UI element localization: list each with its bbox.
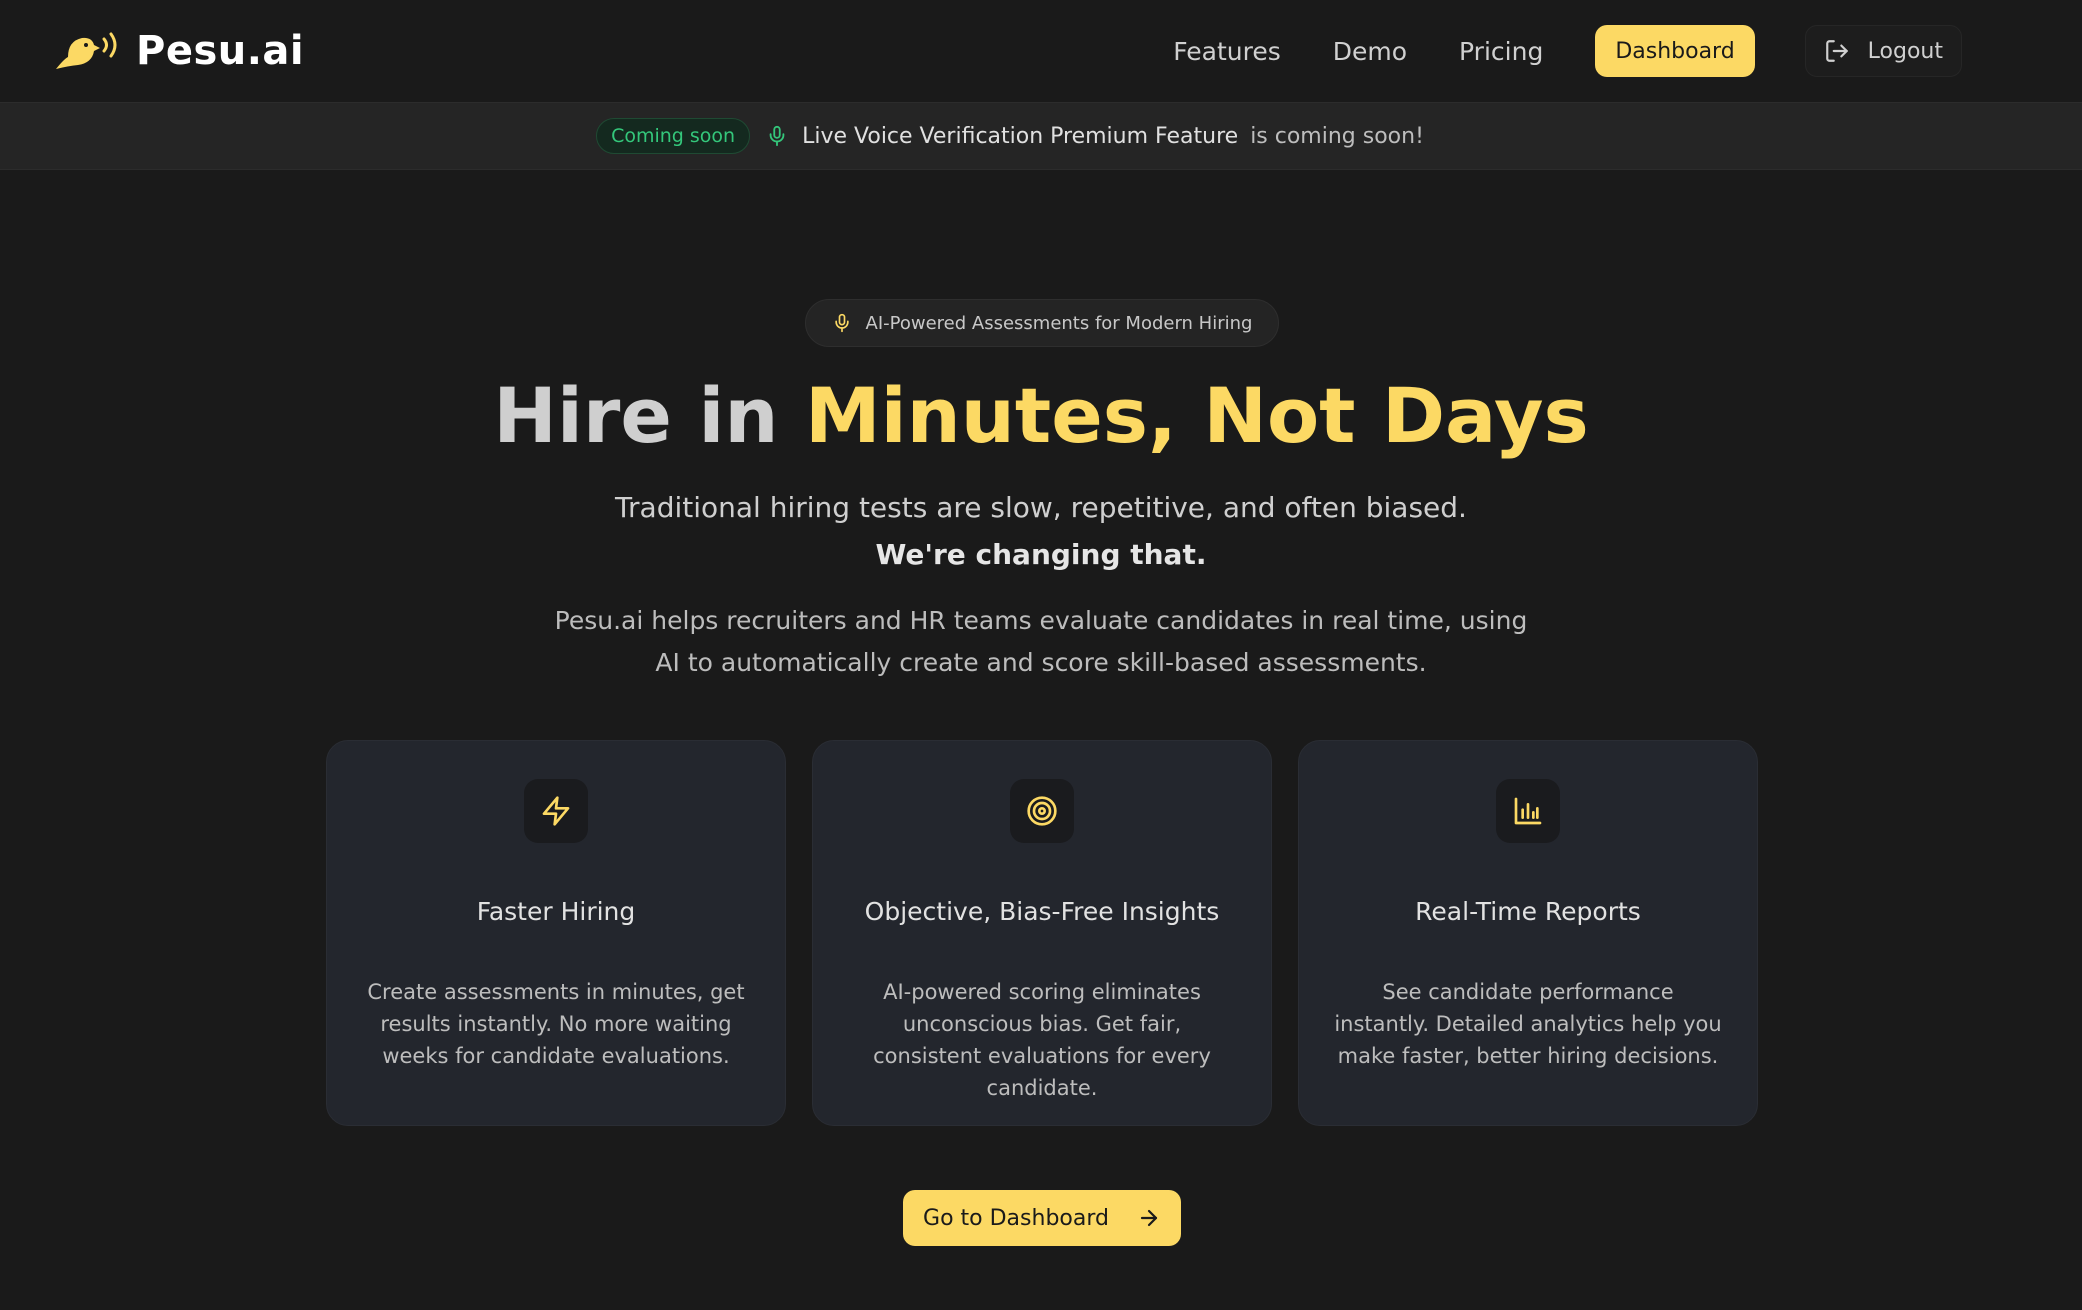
hero-pill: AI-Powered Assessments for Modern Hiring xyxy=(804,299,1280,347)
nav-link-demo[interactable]: Demo xyxy=(1333,37,1407,66)
card-title: Real-Time Reports xyxy=(1415,897,1641,927)
hero-section: AI-Powered Assessments for Modern Hiring… xyxy=(0,170,2082,1247)
feature-card-faster-hiring: Faster Hiring Create assessments in minu… xyxy=(326,740,786,1127)
card-description: See candidate performance instantly. Det… xyxy=(1334,980,1722,1069)
coming-soon-badge: Coming soon xyxy=(596,118,751,154)
microphone-icon xyxy=(834,313,849,333)
card-description: Create assessments in minutes, get resul… xyxy=(367,980,745,1069)
top-nav: Pesu.ai Features Demo Pricing Dashboard … xyxy=(0,0,2082,102)
logout-icon xyxy=(1825,40,1848,62)
dashboard-button[interactable]: Dashboard xyxy=(1595,25,1755,77)
hero-headline: Hire in Minutes, Not Days xyxy=(0,373,2082,458)
card-icon-box xyxy=(1010,779,1074,844)
nav-link-pricing[interactable]: Pricing xyxy=(1459,37,1543,66)
cta-label: Go to Dashboard xyxy=(923,1205,1109,1231)
bar-chart-icon xyxy=(1514,797,1542,825)
card-title: Faster Hiring xyxy=(476,897,636,927)
hero-description: Pesu.ai helps recruiters and HR teams ev… xyxy=(554,606,1528,678)
bird-sound-icon xyxy=(56,32,117,69)
feature-card-bias-free: Objective, Bias-Free Insights AI-powered… xyxy=(812,740,1272,1127)
microphone-icon xyxy=(769,125,785,147)
feature-card-real-time-reports: Real-Time Reports See candidate performa… xyxy=(1298,740,1758,1127)
card-description: AI-powered scoring eliminates unconsciou… xyxy=(873,980,1211,1101)
brand-name: Pesu.ai xyxy=(136,28,305,74)
target-icon xyxy=(1027,796,1057,826)
headline-plain: Hire in xyxy=(493,371,779,460)
lightning-icon xyxy=(542,796,570,826)
announcement-tail: is coming soon! xyxy=(1250,123,1424,149)
go-to-dashboard-button[interactable]: Go to Dashboard xyxy=(903,1190,1181,1247)
nav-link-features[interactable]: Features xyxy=(1173,37,1281,66)
logout-button[interactable]: Logout xyxy=(1804,25,1962,77)
feature-cards: Faster Hiring Create assessments in minu… xyxy=(2,740,2082,1127)
card-title: Objective, Bias-Free Insights xyxy=(864,897,1220,927)
brand[interactable]: Pesu.ai xyxy=(54,28,304,74)
nav-menu: Features Demo Pricing Dashboard Logout xyxy=(1173,25,2028,77)
arrow-right-icon xyxy=(1140,1210,1158,1227)
announcement-feature: Live Voice Verification Premium Feature xyxy=(802,123,1239,149)
subtitle-bold: We're changing that. xyxy=(875,538,1207,572)
announcement-bar: Coming soon Live Voice Verification Prem… xyxy=(0,102,2082,170)
headline-accent: Minutes, Not Days xyxy=(805,371,1589,460)
hero-pill-label: AI-Powered Assessments for Modern Hiring xyxy=(865,312,1253,334)
logout-label: Logout xyxy=(1867,38,1943,64)
card-icon-box xyxy=(524,779,588,844)
hero-subtitle: Traditional hiring tests are slow, repet… xyxy=(591,484,1491,578)
subtitle-plain: Traditional hiring tests are slow, repet… xyxy=(615,491,1467,525)
card-icon-box xyxy=(1496,779,1560,844)
